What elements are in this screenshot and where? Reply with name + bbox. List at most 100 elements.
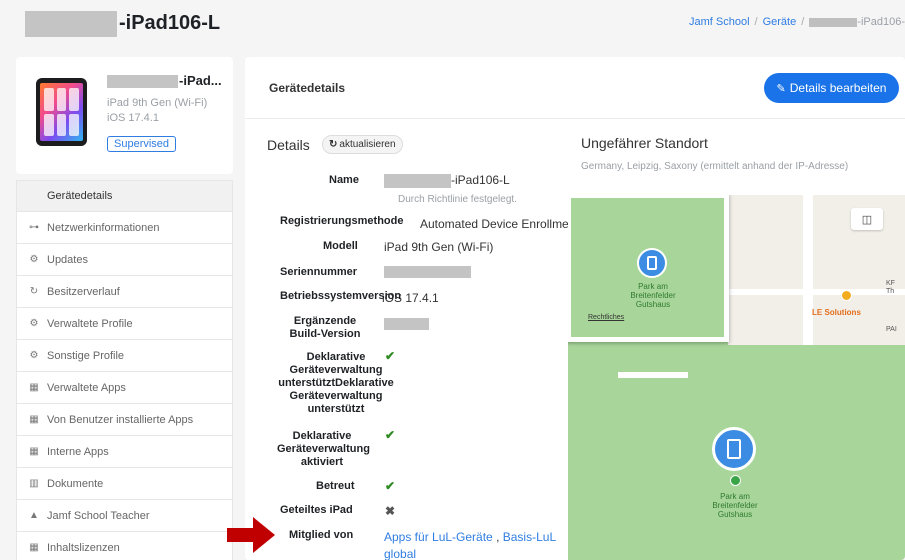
redacted-title-prefix	[25, 11, 117, 37]
field-label-model: Modell	[323, 240, 358, 252]
network-icon: ⊶	[29, 222, 39, 233]
books-icon: ▥	[29, 478, 39, 489]
breadcrumb-devices-link[interactable]: Geräte	[763, 16, 797, 28]
sidebar-item-label: Verwaltete Profile	[47, 317, 133, 330]
map-legal-link[interactable]: Rechtliches	[588, 314, 624, 321]
breadcrumb-separator: /	[801, 16, 805, 28]
sidebar-item-label: Verwaltete Apps	[47, 381, 126, 394]
field-value-name: -iPad106-L	[451, 173, 510, 187]
supervised-badge: Supervised	[107, 136, 177, 152]
map-edge-label: Th	[886, 288, 895, 295]
map-edge-label: PAI	[886, 326, 897, 333]
history-icon: ↻	[29, 286, 39, 297]
breadcrumb-current: -iPad106-	[857, 16, 905, 28]
park-label: Park am Breitenfelder Gutshaus	[630, 282, 676, 309]
field-label-shared-ipad: Geteiltes iPad	[280, 504, 353, 516]
gears-icon: ⚙	[29, 350, 39, 361]
map-icon: ◫	[861, 213, 873, 226]
sidebar-item-label: Besitzerverlauf	[47, 285, 120, 298]
refresh-label: aktualisieren	[339, 139, 396, 150]
location-subtitle: Germany, Leipzig, Saxony (ermittelt anha…	[581, 161, 849, 172]
sidebar-item-netzwerkinformationen[interactable]: ⊶ Netzwerkinformationen	[16, 212, 233, 244]
refresh-icon: ↻	[329, 139, 338, 150]
map-zoom-popup: Park am Breitenfelder Gutshaus Rechtlich…	[568, 195, 729, 342]
sidebar-item-sonstige-profile[interactable]: ⚙ Sonstige Profile	[16, 340, 233, 372]
field-note-name: Durch Richtlinie festgelegt.	[398, 194, 517, 205]
panel-header: Gerätedetails ✎ Details bearbeiten	[245, 57, 905, 119]
pencil-icon: ✎	[776, 82, 786, 95]
group-link-apps-fuer-lul-geraete[interactable]: Apps für LuL-Geräte	[384, 530, 493, 544]
sidebar-item-benutzer-apps[interactable]: ▦ Von Benutzer installierte Apps	[16, 404, 233, 436]
field-label-os-version: Betriebssystemversion	[280, 290, 402, 302]
breadcrumb: Jamf School / Geräte / -iPad106-	[689, 16, 905, 28]
field-label-declarative-supported: Deklarative Geräteverwaltung unterstützt…	[278, 351, 394, 415]
redacted-name-prefix	[384, 174, 451, 188]
member-separator: ,	[492, 530, 503, 544]
device-name: -iPad...	[179, 73, 222, 88]
sidebar-item-inhaltslizenzen[interactable]: ▦ Inhaltslizenzen	[16, 532, 233, 560]
location-title: Ungefährer Standort	[581, 135, 708, 151]
field-label-name: Name	[329, 174, 359, 186]
sidebar-item-dokumente[interactable]: ▥ Dokumente	[16, 468, 233, 500]
check-icon: ✔	[385, 349, 396, 363]
sidebar-item-interne-apps[interactable]: ▦ Interne Apps	[16, 436, 233, 468]
page-title: -iPad106-L	[119, 12, 221, 34]
map-mode-button[interactable]: ◫	[851, 208, 883, 230]
redacted-build-version	[384, 318, 429, 330]
gears-icon: ⚙	[29, 318, 39, 329]
cross-icon: ✖	[385, 504, 396, 518]
field-value-member-of: Apps für LuL-Geräte , Basis-LuL global	[384, 529, 569, 560]
map-road	[803, 195, 813, 345]
main-panel: Gerätedetails ✎ Details bearbeiten Detail…	[245, 57, 905, 560]
device-summary-card: -iPad... iPad 9th Gen (Wi-Fi) iOS 17.4.1…	[16, 57, 233, 174]
field-label-serial: Seriennummer	[280, 266, 358, 278]
poi-marker-icon[interactable]	[841, 290, 852, 301]
annotation-arrow-icon	[227, 517, 275, 553]
poi-label: LE Solutions	[812, 308, 861, 317]
park-marker-icon[interactable]	[730, 475, 741, 486]
device-location-pin-icon[interactable]	[712, 427, 756, 471]
redacted-device-name-prefix	[107, 75, 178, 88]
sidebar-item-geraetedetails[interactable]: Gerätedetails	[16, 180, 233, 212]
graduation-cap-icon: ▲	[29, 510, 39, 521]
field-label-enrollment: Registrierungsmethode	[280, 215, 404, 227]
device-location-pin-icon[interactable]	[637, 248, 667, 278]
sidebar-nav: Gerätedetails ⊶ Netzwerkinformationen ⚙ Up…	[16, 180, 233, 560]
field-label-build-version: Ergänzende Build-Version	[289, 315, 361, 340]
sidebar-item-jamf-school-teacher[interactable]: ▲ Jamf School Teacher	[16, 500, 233, 532]
check-icon: ✔	[385, 428, 396, 442]
breadcrumb-home-link[interactable]: Jamf School	[689, 16, 750, 28]
location-map[interactable]: ◫ LE Solutions KF Th PAI Park am Breiten…	[568, 195, 905, 560]
edit-details-button[interactable]: ✎ Details bearbeiten	[764, 73, 899, 103]
field-label-member-of: Mitglied von	[289, 529, 354, 541]
breadcrumb-separator: /	[754, 16, 758, 28]
field-label-declarative-active: Deklarative Geräteverwaltung aktiviert	[277, 430, 370, 468]
redacted-breadcrumb-prefix	[809, 17, 858, 27]
sidebar-item-verwaltete-apps[interactable]: ▦ Verwaltete Apps	[16, 372, 233, 404]
map-road	[618, 372, 688, 378]
field-value-model: iPad 9th Gen (Wi-Fi)	[384, 240, 494, 254]
sidebar-item-label: Jamf School Teacher	[47, 509, 150, 522]
apps-icon: ▦	[29, 382, 39, 393]
sidebar-item-updates[interactable]: ⚙ Updates	[16, 244, 233, 276]
sidebar-item-label: Updates	[47, 253, 88, 266]
apps-icon: ▦	[29, 542, 39, 553]
gears-icon: ⚙	[29, 254, 39, 265]
field-value-enrollment: Automated Device Enrollment	[420, 217, 579, 231]
sidebar-item-label: Dokumente	[47, 477, 104, 490]
sidebar-item-label: Von Benutzer installierte Apps	[47, 413, 194, 426]
device-os: iOS 17.4.1	[107, 112, 159, 124]
check-icon: ✔	[385, 479, 396, 493]
refresh-button[interactable]: ↻ aktualisieren	[322, 135, 403, 154]
details-heading: Details	[267, 137, 310, 153]
map-road	[728, 289, 905, 295]
edit-details-label: Details bearbeiten	[789, 81, 887, 95]
section-title: Gerätedetails	[269, 81, 346, 95]
sidebar-item-besitzerverlauf[interactable]: ↻ Besitzerverlauf	[16, 276, 233, 308]
sidebar-item-verwaltete-profile[interactable]: ⚙ Verwaltete Profile	[16, 308, 233, 340]
redacted-serial-number	[384, 266, 471, 278]
sidebar-item-label: Inhaltslizenzen	[47, 541, 120, 554]
apps-icon: ▦	[29, 446, 39, 457]
device-model: iPad 9th Gen (Wi-Fi)	[107, 97, 208, 109]
apps-icon: ▦	[29, 414, 39, 425]
